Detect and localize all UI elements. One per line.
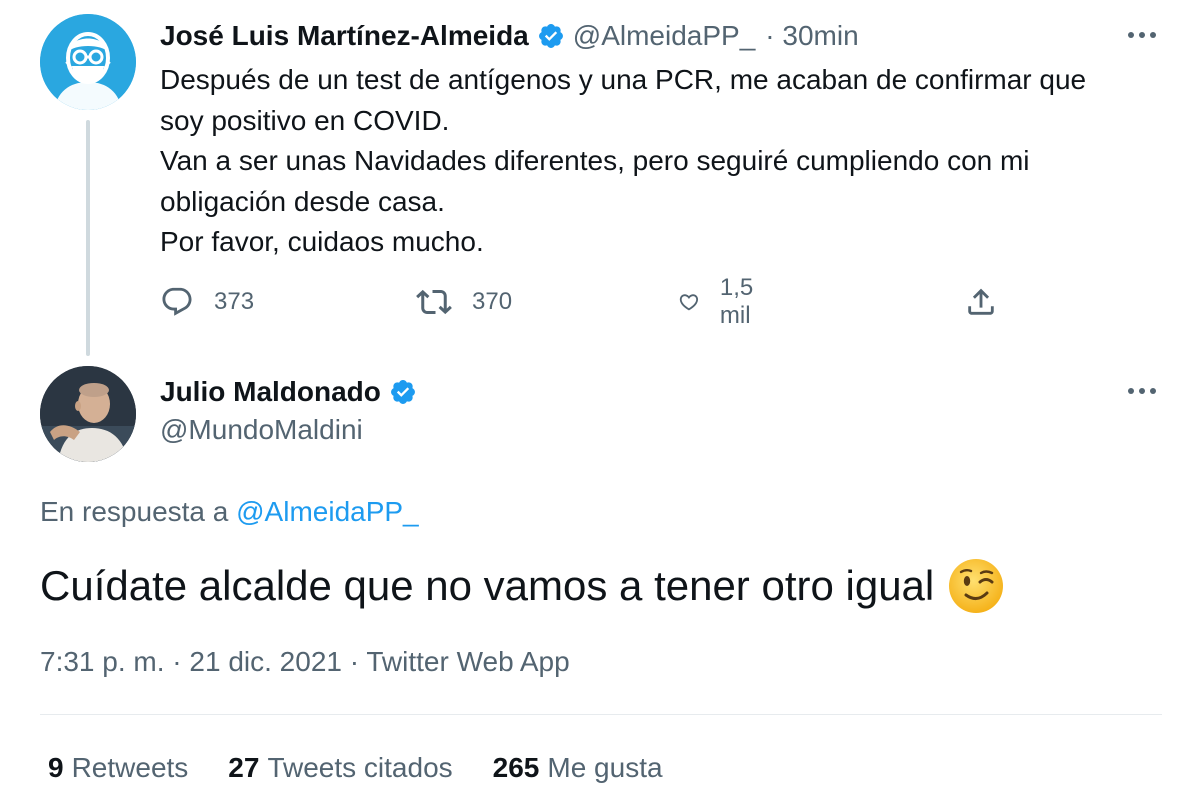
reply-author-name[interactable]: Julio Maldonado <box>160 376 381 408</box>
tweet-timestamp-and-source[interactable]: 7:31 p. m. · 21 dic. 2021 · Twitter Web … <box>40 646 570 678</box>
author-name[interactable]: José Luis Martínez-Almeida <box>160 20 529 52</box>
thread-connector-line <box>86 120 90 356</box>
reply-author-avatar[interactable] <box>40 366 136 462</box>
tweet-text-line: Después de un test de antígenos y una PC… <box>160 64 1087 95</box>
quote-tweets-stat[interactable]: 27 Tweets citados <box>228 752 452 784</box>
author-handle[interactable]: @AlmeidaPP_ <box>573 20 756 52</box>
like-count: 1,5 mil <box>719 274 754 329</box>
tweet-stats: 9 Retweets 27 Tweets citados 265 Me gusta <box>48 752 703 784</box>
share-button[interactable] <box>964 282 998 322</box>
retweets-stat[interactable]: 9 Retweets <box>48 752 188 784</box>
like-icon <box>679 294 699 311</box>
tweet-text-line: obligación desde casa. <box>160 185 445 217</box>
tweet-text-line: soy positivo en COVID. <box>160 104 450 136</box>
likes-label: Me gusta <box>547 752 663 783</box>
author-avatar[interactable] <box>40 14 136 110</box>
more-icon <box>1128 388 1156 394</box>
tweet-header: José Luis Martínez-Almeida @AlmeidaPP_ ·… <box>160 16 859 56</box>
person-photo-avatar-icon <box>40 366 136 462</box>
tweet-text: Después de un test de antígenos y una PC… <box>160 60 1160 263</box>
likes-stat[interactable]: 265 Me gusta <box>493 752 663 784</box>
verified-badge-icon <box>389 378 417 406</box>
reply-icon <box>162 287 192 316</box>
reply-tweet-text: Cuídate alcalde que no vamos a tener otr… <box>40 562 935 609</box>
retweets-label: Retweets <box>71 752 189 783</box>
retweet-button[interactable]: 370 <box>416 282 512 322</box>
reply-button[interactable]: 373 <box>160 282 254 322</box>
reply-tweet-text-row: Cuídate alcalde que no vamos a tener otr… <box>40 556 1004 616</box>
reply-author-handle[interactable]: @MundoMaldini <box>160 414 363 446</box>
masked-person-avatar-icon <box>40 14 136 110</box>
verified-badge-icon <box>537 22 565 50</box>
replying-to-prefix: En respuesta a <box>40 496 237 527</box>
retweet-count: 370 <box>472 288 513 315</box>
retweets-count: 9 <box>48 752 64 783</box>
divider <box>40 714 1162 715</box>
quote-tweets-count: 27 <box>228 752 260 783</box>
reply-author-name-row: Julio Maldonado <box>160 372 425 412</box>
replying-to-mention-link[interactable]: @AlmeidaPP_ <box>236 496 419 527</box>
share-icon <box>968 288 994 315</box>
quote-tweets-label: Tweets citados <box>267 752 453 783</box>
reply-more-options-button[interactable] <box>1122 376 1162 406</box>
more-options-button[interactable] <box>1122 20 1162 50</box>
replying-to-line: En respuesta a @AlmeidaPP_ <box>40 496 419 528</box>
winking-face-emoji-icon <box>948 558 1004 614</box>
more-icon <box>1128 32 1156 38</box>
tweet-time[interactable]: · 30min <box>765 20 858 52</box>
retweet-icon <box>416 289 452 315</box>
tweet-text-line: Por favor, cuidaos mucho. <box>160 226 484 257</box>
likes-count: 265 <box>492 752 540 783</box>
tweet-text-line: Van a ser unas Navidades diferentes, per… <box>160 145 1030 176</box>
reply-count: 373 <box>214 288 255 315</box>
like-button[interactable]: 1,5 mil <box>678 274 765 329</box>
